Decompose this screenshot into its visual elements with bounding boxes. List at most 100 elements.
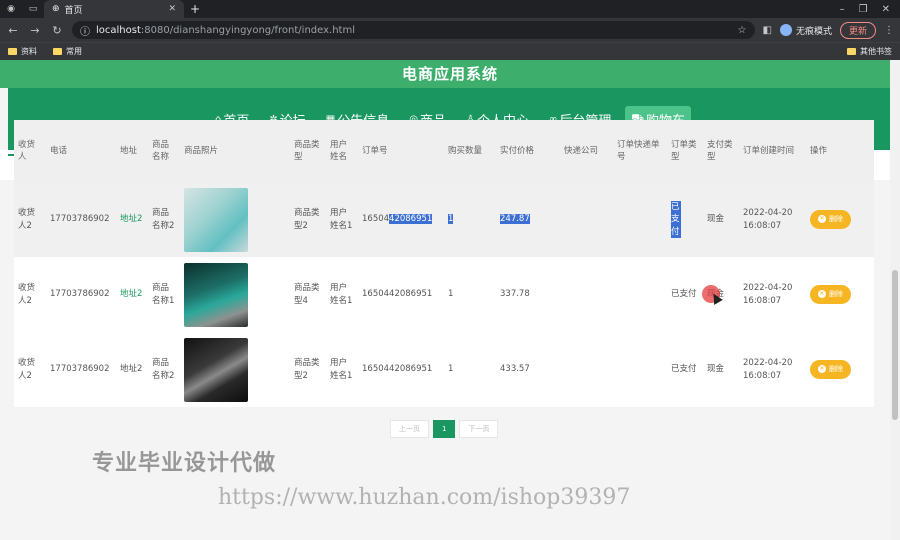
cell-courier <box>560 332 613 407</box>
cell-receiver: 收货人2 <box>14 182 46 257</box>
bookmarks-bar: 资料 常用 其他书签 <box>0 42 900 60</box>
delete-icon: ✕ <box>818 365 826 374</box>
cell-product: 商品名称2 <box>148 332 180 407</box>
update-button[interactable]: 更新 <box>839 21 876 39</box>
close-tab-icon[interactable]: ✕ <box>168 4 176 14</box>
delete-icon: ✕ <box>818 290 826 299</box>
cell-courier <box>560 257 613 332</box>
cell-price: 247.87 <box>496 182 560 257</box>
tab-strip-icon[interactable]: ▭ <box>22 4 44 14</box>
window-controls: – ❐ ✕ <box>840 4 900 15</box>
cell-qty: 1 <box>444 257 496 332</box>
table-row[interactable]: 收货人2 17703786902 地址2 商品名称2 商品类型2 用户姓名1 1… <box>14 332 874 407</box>
folder-icon <box>53 48 62 55</box>
delete-icon: ✕ <box>818 215 826 224</box>
back-icon[interactable]: ← <box>6 24 20 37</box>
cell-action: ✕ 删除 <box>806 332 874 407</box>
cell-pay-type: 现金 <box>703 182 739 257</box>
th-user: 用户姓名 <box>326 120 358 182</box>
cell-tracking <box>613 257 667 332</box>
product-image[interactable] <box>184 262 248 327</box>
folder-icon <box>847 48 856 55</box>
cell-tracking <box>613 182 667 257</box>
product-image[interactable] <box>184 337 248 402</box>
url-path: :8080/dianshangyingyong/front/index.html <box>140 24 355 36</box>
site-title: 电商应用系统 <box>0 60 900 88</box>
table-row[interactable]: 收货人2 17703786902 地址2 商品名称1 商品类型4 用户姓名1 1… <box>14 257 874 332</box>
kebab-menu-icon[interactable]: ⋮ <box>884 25 894 36</box>
delete-button[interactable]: ✕ 删除 <box>810 285 851 304</box>
product-image[interactable] <box>184 187 248 252</box>
table-header-row: 收货人 电话 地址 商品名称 商品照片 商品类型 用户姓名 订单号 购买数量 实… <box>14 120 874 182</box>
incognito-profile[interactable]: 无痕模式 <box>779 24 832 37</box>
window-close-icon[interactable]: ✕ <box>882 4 890 15</box>
cell-created: 2022-04-20 16:08:07 <box>739 257 806 332</box>
bookmark-star-icon[interactable]: ☆ <box>738 25 747 36</box>
th-receiver: 收货人 <box>14 120 46 182</box>
delete-button[interactable]: ✕ 删除 <box>810 360 851 379</box>
bookmark-folder-1[interactable]: 资料 <box>8 46 37 57</box>
cell-order-type: 已支付 <box>667 257 703 332</box>
cell-action: ✕ 删除 <box>806 182 874 257</box>
th-action: 操作 <box>806 120 874 182</box>
cell-action: ✕ 删除 <box>806 257 874 332</box>
forward-icon[interactable]: → <box>28 24 42 37</box>
page-number[interactable]: 1 <box>433 420 456 438</box>
th-price: 实付价格 <box>496 120 560 182</box>
th-ptype: 商品类型 <box>290 120 326 182</box>
cell-user: 用户姓名1 <box>326 182 358 257</box>
cell-phone: 17703786902 <box>46 182 116 257</box>
bookmark-folder-2[interactable]: 常用 <box>53 46 82 57</box>
cell-user: 用户姓名1 <box>326 332 358 407</box>
cell-address: 地址2 <box>116 257 148 332</box>
minimize-icon[interactable]: – <box>840 4 845 15</box>
url-input[interactable]: ⓘ localhost:8080/dianshangyingyong/front… <box>72 21 755 39</box>
reload-icon[interactable]: ↻ <box>50 24 64 37</box>
th-created: 订单创建时间 <box>739 120 806 182</box>
side-panel-icon[interactable]: ◧ <box>763 25 772 36</box>
tab-title: 首页 <box>64 5 83 16</box>
cell-user: 用户姓名1 <box>326 257 358 332</box>
site-info-icon[interactable]: ⓘ <box>80 23 90 38</box>
table-row[interactable]: 收货人2 17703786902 地址2 商品名称2 商品类型2 用户姓名1 1… <box>14 182 874 257</box>
profile-label: 无痕模式 <box>795 26 832 37</box>
th-phone: 电话 <box>46 120 116 182</box>
next-page-button[interactable]: 下一页 <box>459 420 499 438</box>
cell-address: 地址2 <box>116 332 148 407</box>
address-bar-row: ← → ↻ ⓘ localhost:8080/dianshangyingyong… <box>0 18 900 42</box>
th-order-no: 订单号 <box>358 120 444 182</box>
th-pay-type: 支付类型 <box>703 120 739 182</box>
cell-photo <box>180 182 290 257</box>
scrollbar-thumb[interactable] <box>892 270 898 420</box>
th-product: 商品名称 <box>148 120 180 182</box>
incognito-icon <box>779 24 792 36</box>
cell-product: 商品名称2 <box>148 182 180 257</box>
cell-phone: 17703786902 <box>46 257 116 332</box>
browser-tab-bar: ◉ ▭ ⊕ 首页 ✕ + – ❐ ✕ <box>0 0 900 18</box>
cell-qty: 1 <box>444 332 496 407</box>
cell-order-no: 1650442086951 <box>358 257 444 332</box>
folder-icon <box>8 48 17 55</box>
new-tab-icon[interactable]: + <box>184 2 206 16</box>
page-scrollbar[interactable] <box>890 60 900 540</box>
cell-ptype: 商品类型2 <box>290 182 326 257</box>
th-courier: 快递公司 <box>560 120 613 182</box>
cell-ptype: 商品类型2 <box>290 332 326 407</box>
selected-text: 42086951 <box>389 214 433 225</box>
chrome-menu-icon[interactable]: ◉ <box>0 4 22 14</box>
browser-tab[interactable]: ⊕ 首页 ✕ <box>44 0 184 18</box>
restore-icon[interactable]: ❐ <box>859 4 868 15</box>
cell-product: 商品名称1 <box>148 257 180 332</box>
cell-photo <box>180 257 290 332</box>
globe-icon: ⊕ <box>52 4 60 14</box>
th-qty: 购买数量 <box>444 120 496 182</box>
th-photo: 商品照片 <box>180 120 290 182</box>
other-bookmarks[interactable]: 其他书签 <box>847 46 892 57</box>
th-order-type: 订单类型 <box>667 120 703 182</box>
cell-courier <box>560 182 613 257</box>
cell-address: 地址2 <box>116 182 148 257</box>
cell-photo <box>180 332 290 407</box>
cell-ptype: 商品类型4 <box>290 257 326 332</box>
delete-button[interactable]: ✕ 删除 <box>810 210 851 229</box>
prev-page-button[interactable]: 上一页 <box>390 420 429 438</box>
